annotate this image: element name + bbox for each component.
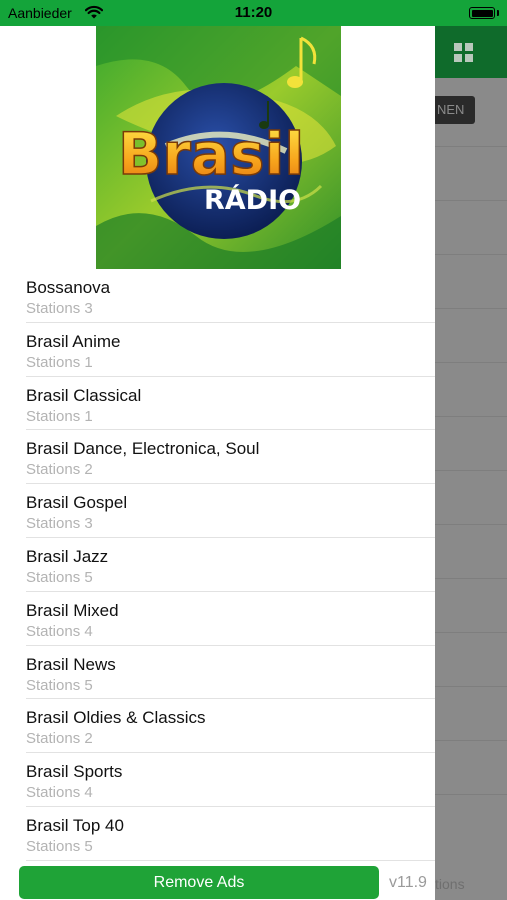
list-item[interactable]: Brasil Mixed Stations 4: [0, 592, 435, 646]
list-item[interactable]: Bossanova Stations 3: [0, 269, 435, 323]
list-item[interactable]: Brasil Oldies & Classics Stations 2: [0, 699, 435, 754]
list-item[interactable]: Brasil Jazz Stations 5: [0, 538, 435, 592]
divider: [435, 254, 507, 255]
station-count: Stations 1: [26, 353, 93, 371]
version-label: v11.9: [389, 874, 427, 891]
logo-text-sub: RÁDIO: [204, 184, 301, 216]
divider: [435, 146, 507, 147]
category-list: Bossanova Stations 3 Brasil Anime Stations …: [0, 269, 435, 861]
station-count: Stations 4: [26, 784, 93, 802]
status-time: 11:20: [234, 4, 273, 21]
background-main-view[interactable]: NEN tions: [435, 26, 507, 900]
background-footer-text: tions: [435, 876, 465, 892]
divider: [435, 578, 507, 579]
divider: [435, 470, 507, 471]
divider: [435, 200, 507, 201]
category-title: Brasil Mixed: [26, 600, 119, 620]
category-title: Brasil Top 40: [26, 815, 124, 835]
divider: [435, 686, 507, 687]
list-item[interactable]: Brasil News Stations 5: [0, 646, 435, 700]
list-item[interactable]: Brasil Top 40 Stations 5: [0, 807, 435, 861]
status-bar: Aanbieder 11:20: [0, 0, 507, 26]
station-count: Stations 5: [26, 568, 93, 586]
category-title: Bossanova: [26, 278, 111, 297]
category-title: Brasil Jazz: [26, 546, 109, 566]
logo-text-main: Brasil: [118, 120, 304, 188]
list-item[interactable]: Brasil Anime Stations 1: [0, 323, 435, 377]
list-item[interactable]: Brasil Dance, Electronica, Soul Stations …: [0, 430, 435, 485]
grid-icon[interactable]: [454, 43, 474, 63]
station-count: Stations 1: [26, 407, 93, 425]
category-title: Brasil Classical: [26, 385, 142, 405]
divider: [435, 740, 507, 741]
station-count: Stations 2: [26, 730, 93, 748]
battery-icon: [469, 7, 495, 19]
category-title: Brasil Sports: [26, 762, 123, 782]
battery-tip: [497, 10, 499, 16]
station-count: Stations 2: [26, 461, 93, 479]
app-logo: Brasil RÁDIO: [96, 26, 341, 269]
station-count: Stations 3: [26, 300, 93, 317]
side-drawer: Brasil RÁDIO Bossanova Stations 3 Brasil A…: [0, 26, 435, 900]
station-count: Stations 3: [26, 515, 93, 533]
category-title: Brasil Oldies & Classics: [26, 708, 206, 728]
divider: [435, 416, 507, 417]
category-title: Brasil Dance, Electronica, Soul: [26, 439, 260, 459]
divider: [435, 632, 507, 633]
divider: [435, 524, 507, 525]
station-count: Stations 5: [26, 676, 93, 694]
category-title: Brasil Anime: [26, 331, 121, 351]
category-title: Brasil News: [26, 654, 116, 674]
station-count: Stations 4: [26, 622, 93, 640]
list-item[interactable]: Brasil Sports Stations 4: [0, 753, 435, 807]
divider: [435, 362, 507, 363]
background-button: NEN: [435, 96, 475, 124]
category-title: Brasil Gospel: [26, 493, 128, 513]
divider: [435, 308, 507, 309]
divider: [26, 859, 435, 861]
list-item[interactable]: Brasil Gospel Stations 3: [0, 484, 435, 538]
divider: [435, 794, 507, 795]
station-count: Stations 5: [26, 837, 93, 855]
background-header: [435, 26, 507, 78]
remove-ads-button[interactable]: Remove Ads: [19, 866, 379, 899]
list-item[interactable]: Brasil Classical Stations 1: [0, 377, 435, 431]
